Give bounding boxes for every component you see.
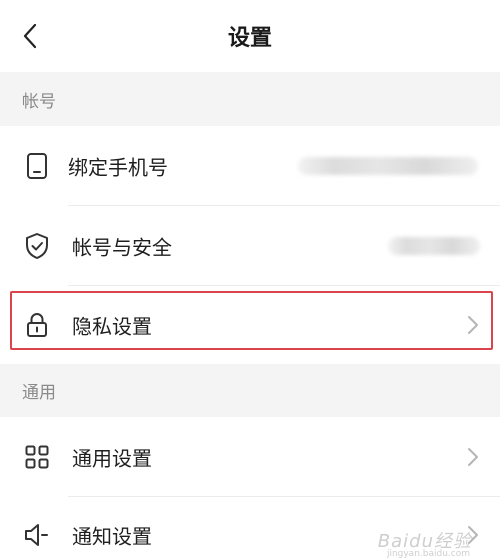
chevron-right-icon <box>466 446 480 468</box>
phone-icon <box>22 151 52 181</box>
section-label-account: 帐号 <box>22 92 56 112</box>
settings-row-label: 通知设置 <box>72 524 152 549</box>
page-title: 设置 <box>227 26 272 51</box>
back-button[interactable] <box>10 14 50 58</box>
chevron-left-icon <box>23 23 37 49</box>
blurred-phone-value <box>298 157 478 175</box>
settings-row-label: 绑定手机号 <box>68 155 168 180</box>
grid-icon <box>22 442 52 472</box>
top-bar: 设置 <box>0 0 500 72</box>
account-group: 绑定手机号 帐号与安全 隐私设置 <box>0 126 500 364</box>
section-label-general: 通用 <box>22 383 56 403</box>
blurred-security-value <box>388 237 480 255</box>
watermark-subtext: jingyan.baidu.com <box>386 549 470 559</box>
shield-check-icon <box>22 231 52 261</box>
lock-icon <box>22 310 52 340</box>
settings-row-label: 通用设置 <box>72 446 152 471</box>
settings-row-label: 帐号与安全 <box>72 235 172 260</box>
settings-row-general[interactable]: 通用设置 <box>0 417 500 497</box>
settings-row-label: 隐私设置 <box>72 314 152 339</box>
settings-row-bind-phone[interactable]: 绑定手机号 <box>0 126 500 206</box>
settings-row-account-security[interactable]: 帐号与安全 <box>0 206 500 286</box>
speaker-icon <box>22 520 52 550</box>
chevron-right-icon <box>466 314 480 336</box>
settings-row-privacy[interactable]: 隐私设置 <box>0 286 500 364</box>
